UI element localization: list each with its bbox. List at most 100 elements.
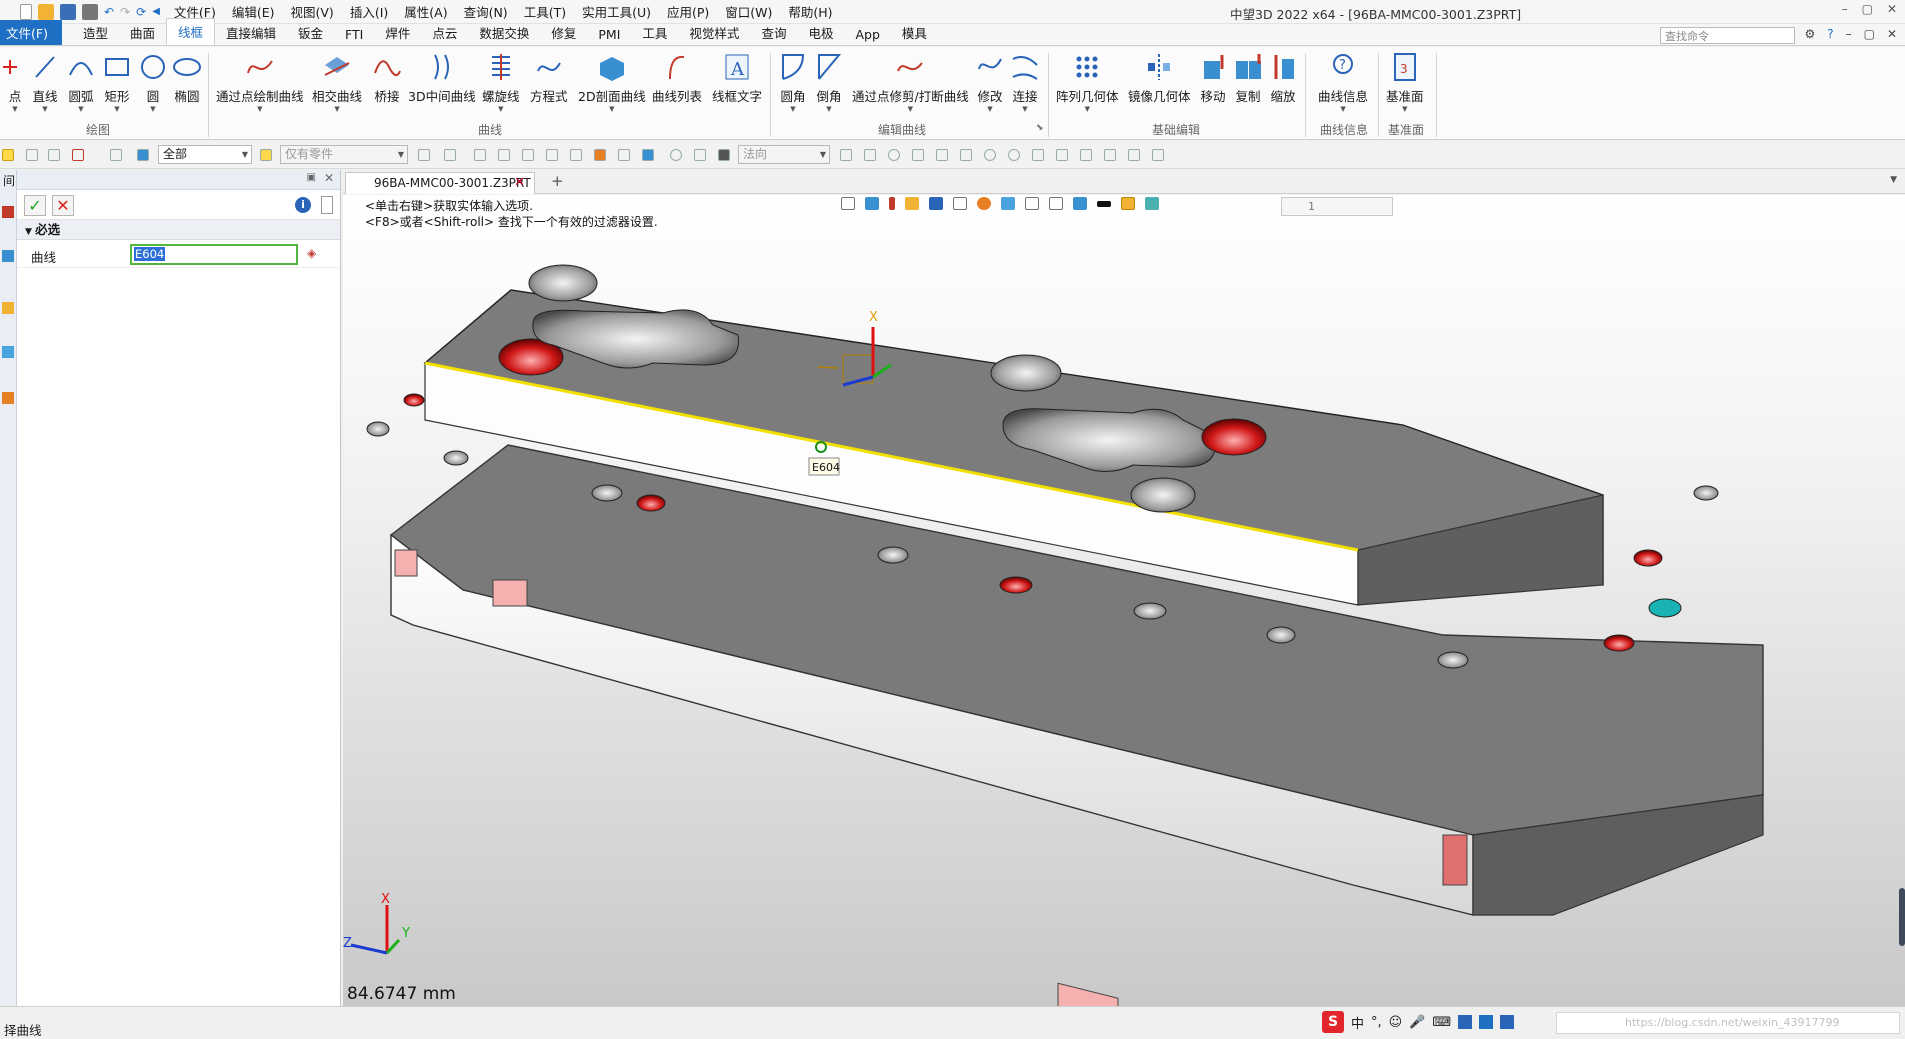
tab-tools[interactable]: 工具 bbox=[631, 20, 678, 45]
mirror-button[interactable]: 镜像几何体 bbox=[1128, 51, 1191, 105]
user-icon[interactable] bbox=[2, 392, 14, 404]
help-icon[interactable]: ? bbox=[1827, 27, 1833, 41]
ellipse-button[interactable]: 椭圆 bbox=[172, 51, 202, 105]
ime-skin-icon[interactable] bbox=[1479, 1015, 1494, 1029]
group-expand-icon[interactable]: ⬊ bbox=[1036, 123, 1044, 133]
select-icon[interactable] bbox=[2, 149, 14, 161]
curve-info-button[interactable]: ? 曲线信息 ▼ bbox=[1318, 51, 1368, 113]
history-icon[interactable] bbox=[2, 250, 14, 262]
menu-tools[interactable]: 工具(T) bbox=[524, 2, 566, 21]
snap-tool-11[interactable] bbox=[1080, 149, 1092, 161]
pin-icon[interactable]: ▣ bbox=[307, 172, 316, 183]
snap-tool-7[interactable] bbox=[984, 149, 996, 161]
open-folder-icon[interactable] bbox=[38, 3, 54, 20]
align-icon[interactable] bbox=[418, 149, 430, 161]
tab-app[interactable]: App bbox=[844, 24, 890, 45]
tab-sheet-metal[interactable]: 钣金 bbox=[287, 20, 334, 45]
tab-inquire[interactable]: 查询 bbox=[750, 20, 797, 45]
ime-logo-icon[interactable]: S bbox=[1322, 1011, 1344, 1033]
tab-pmi[interactable]: PMI bbox=[587, 24, 631, 45]
snap-tool-4[interactable] bbox=[912, 149, 924, 161]
snap-tool-1[interactable] bbox=[840, 149, 852, 161]
curve-list-button[interactable]: 曲线列表 bbox=[652, 51, 702, 105]
chamfer-button[interactable]: 倒角 ▼ bbox=[814, 51, 844, 113]
3d-middle-curve-button[interactable]: 3D中间曲线 bbox=[408, 51, 476, 105]
point-button[interactable]: 点 ▼ bbox=[0, 51, 30, 113]
tool-icon-4[interactable] bbox=[546, 149, 558, 161]
rectangle-button[interactable]: 矩形 ▼ bbox=[102, 51, 132, 113]
tool-icon-9[interactable] bbox=[694, 149, 706, 161]
pattern-button[interactable]: 阵列几何体 ▼ bbox=[1056, 51, 1119, 113]
tool-icon-6[interactable] bbox=[594, 149, 606, 161]
redo-icon[interactable]: ↷ bbox=[120, 5, 130, 19]
refresh-icon[interactable]: ⟳ bbox=[136, 5, 146, 19]
tab-data-exchange[interactable]: 数据交换 bbox=[468, 20, 540, 45]
pick-filter-icon[interactable] bbox=[72, 149, 84, 161]
trim-break-curve-button[interactable]: 通过点修剪/打断曲线 ▼ bbox=[852, 51, 969, 113]
snap-tool-8[interactable] bbox=[1008, 149, 1020, 161]
align2-icon[interactable] bbox=[444, 149, 456, 161]
pick-icon[interactable]: ◈ bbox=[307, 246, 316, 260]
cancel-button[interactable]: ✕ bbox=[52, 195, 74, 216]
view-manager-icon[interactable] bbox=[2, 346, 14, 358]
curve-through-points-button[interactable]: 通过点绘制曲线 ▼ bbox=[216, 51, 304, 113]
menu-apps[interactable]: 应用(P) bbox=[667, 2, 709, 21]
snap-tool-6[interactable] bbox=[960, 149, 972, 161]
ime-chinese-toggle[interactable]: 中 bbox=[1351, 1013, 1364, 1032]
ok-button[interactable]: ✓ bbox=[24, 195, 46, 216]
menu-window[interactable]: 窗口(W) bbox=[725, 2, 772, 21]
snap-tool-2[interactable] bbox=[864, 149, 876, 161]
document-tab[interactable]: 96BA-MMC00-3001.Z3PRT ✕ bbox=[345, 172, 535, 194]
bridge-button[interactable]: 桥接 bbox=[372, 51, 402, 105]
minimize-button[interactable]: – bbox=[1842, 2, 1848, 16]
intersect-curve-button[interactable]: 相交曲线 ▼ bbox=[312, 51, 362, 113]
minimize-ribbon-icon[interactable]: – bbox=[1846, 27, 1852, 41]
arc-button[interactable]: 圆弧 ▼ bbox=[66, 51, 96, 113]
circle-button[interactable]: 圆 ▼ bbox=[138, 51, 168, 113]
required-section-header[interactable]: ▼ 必选 bbox=[17, 220, 340, 240]
3d-viewport[interactable]: <单击右键>获取实体输入选项. <F8>或者<Shift-roll> 查找下一个… bbox=[343, 195, 1905, 1006]
tool-icon-8[interactable] bbox=[642, 149, 654, 161]
shape-filter-icon[interactable] bbox=[110, 149, 122, 161]
stop-icon[interactable] bbox=[718, 149, 730, 161]
tab-visual-style[interactable]: 视觉样式 bbox=[678, 20, 750, 45]
menu-help[interactable]: 帮助(H) bbox=[788, 2, 832, 21]
ime-punctuation-toggle[interactable]: °, bbox=[1371, 1015, 1382, 1030]
helix-button[interactable]: 螺旋线 ▼ bbox=[482, 51, 520, 113]
tab-direct-edit[interactable]: 直接编辑 bbox=[215, 20, 287, 45]
snap-tool-10[interactable] bbox=[1056, 149, 1068, 161]
modify-button[interactable]: 修改 ▼ bbox=[975, 51, 1005, 113]
minus-icon[interactable] bbox=[48, 149, 60, 161]
tab-repair[interactable]: 修复 bbox=[540, 20, 587, 45]
settings-gear-icon[interactable]: ⚙ bbox=[1804, 27, 1815, 41]
tool-icon-2[interactable] bbox=[498, 149, 510, 161]
scale-button[interactable]: 缩放 bbox=[1268, 51, 1298, 105]
tool-icon-1[interactable] bbox=[474, 149, 486, 161]
new-file-icon[interactable] bbox=[20, 3, 32, 20]
line-button[interactable]: 直线 ▼ bbox=[30, 51, 60, 113]
assembly-icon[interactable] bbox=[2, 302, 14, 314]
tab-modeling[interactable]: 造型 bbox=[72, 20, 119, 45]
restore-icon[interactable]: ▢ bbox=[1864, 27, 1875, 41]
normal-direction-select[interactable]: 法向 ▼ bbox=[738, 145, 830, 164]
close-button[interactable]: ✕ bbox=[1887, 2, 1897, 16]
wire-text-button[interactable]: A 线框文字 bbox=[712, 51, 762, 105]
menu-inquire[interactable]: 查询(N) bbox=[464, 2, 508, 21]
menu-attribute[interactable]: 属性(A) bbox=[404, 2, 447, 21]
snap-tool-5[interactable] bbox=[936, 149, 948, 161]
panel-close-icon[interactable]: ✕ bbox=[324, 171, 334, 185]
command-search-input[interactable]: 查找命令 bbox=[1660, 27, 1795, 44]
rotate-icon[interactable] bbox=[670, 149, 682, 161]
tab-weldment[interactable]: 焊件 bbox=[374, 20, 421, 45]
equation-button[interactable]: 方程式 bbox=[530, 51, 568, 105]
tool-icon-7[interactable] bbox=[618, 149, 630, 161]
expand-panel-icon[interactable] bbox=[321, 196, 333, 214]
side-scroll-handle[interactable] bbox=[1899, 888, 1905, 946]
ime-voice-icon[interactable]: 🎤 bbox=[1409, 1015, 1425, 1030]
info-icon[interactable]: i bbox=[295, 197, 311, 213]
sketch-icon[interactable] bbox=[2, 206, 14, 218]
ime-user-icon[interactable] bbox=[1458, 1015, 1473, 1029]
maximize-button[interactable]: ▢ bbox=[1862, 2, 1873, 16]
move-button[interactable]: 移动 bbox=[1198, 51, 1228, 105]
filter-select[interactable]: 全部 ▼ bbox=[158, 145, 252, 164]
